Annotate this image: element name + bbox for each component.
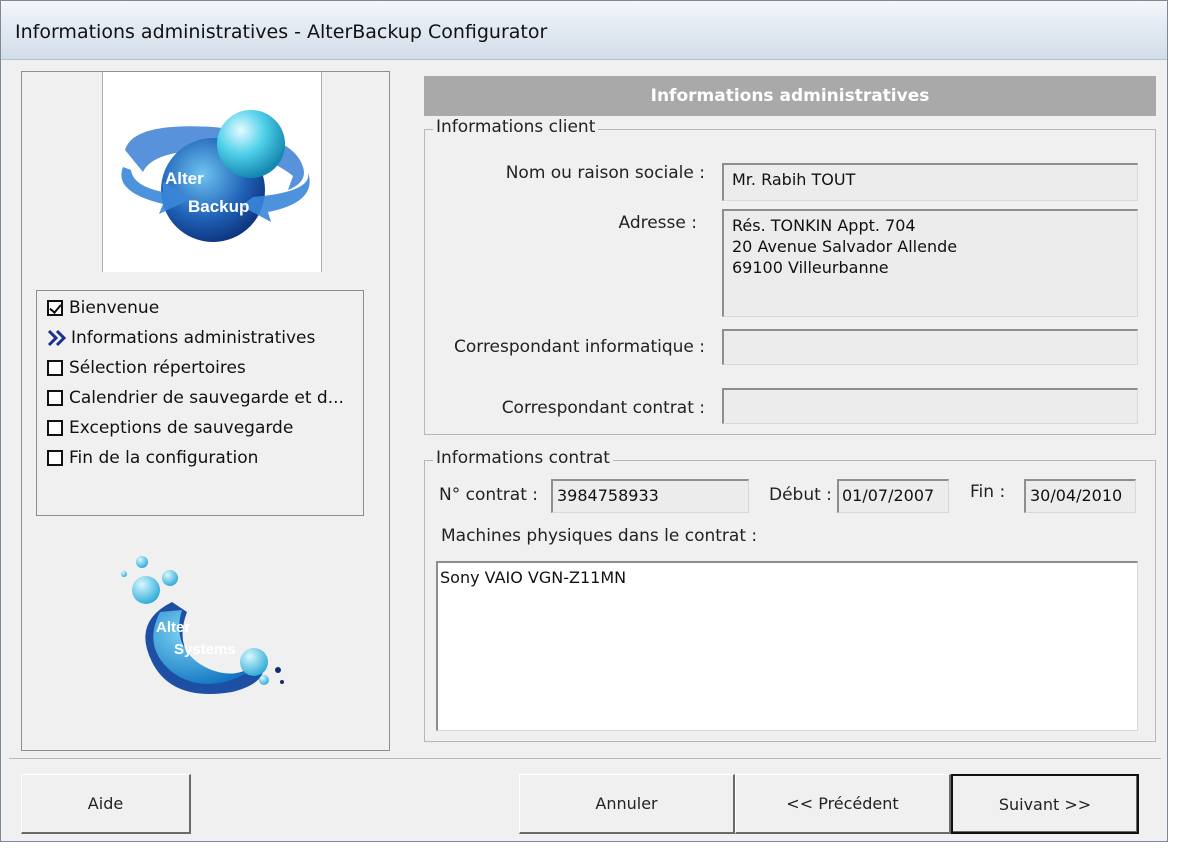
company-name-field[interactable]: Mr. Rabih TOUT — [722, 163, 1138, 201]
step-label: Bienvenue — [69, 298, 160, 318]
step-welcome[interactable]: Bienvenue — [47, 297, 159, 319]
alterbackup-logo-graphic: Alter Backup — [121, 110, 310, 242]
next-button[interactable]: Suivant >> — [951, 774, 1139, 834]
checked-checkbox-icon — [47, 300, 63, 316]
logo-text-alter: Alter — [165, 169, 204, 188]
address-label: Adresse : — [618, 213, 697, 233]
it-contact-label: Correspondant informatique : — [453, 337, 705, 357]
company-name-label: Nom ou raison sociale : — [505, 163, 705, 183]
contract-contact-field[interactable] — [722, 388, 1138, 424]
step-admin-info[interactable]: Informations administratives — [47, 327, 315, 349]
checkbox-icon — [47, 390, 63, 406]
step-directory-selection[interactable]: Sélection répertoires — [47, 357, 246, 379]
checkbox-icon — [47, 450, 63, 466]
client-info-legend: Informations client — [433, 117, 599, 137]
current-step-arrow-icon — [47, 329, 67, 347]
title-bar: Informations administratives - AlterBack… — [1, 1, 1167, 60]
logo-text-backup: Backup — [188, 197, 249, 216]
checkbox-icon — [47, 360, 63, 376]
start-date-label: Début : — [769, 485, 832, 505]
alterbackup-logo: Alter Backup — [102, 72, 322, 272]
step-label: Calendrier de sauvegarde et d... — [69, 388, 344, 408]
wizard-steps-list: Bienvenue Informations administratives S… — [36, 290, 364, 516]
checkbox-icon — [47, 420, 63, 436]
address-field[interactable]: Rés. TONKIN Appt. 704 20 Avenue Salvador… — [722, 209, 1138, 317]
contract-info-legend: Informations contrat — [433, 448, 613, 468]
altersystems-logo: Alter Systems — [121, 556, 284, 694]
step-label: Exceptions de sauvegarde — [69, 418, 294, 438]
machines-textarea[interactable]: Sony VAIO VGN-Z11MN — [436, 561, 1138, 731]
previous-button[interactable]: << Précédent — [735, 774, 951, 834]
step-label: Sélection répertoires — [69, 358, 246, 378]
configurator-window: Informations administratives - AlterBack… — [0, 0, 1168, 842]
step-backup-exceptions[interactable]: Exceptions de sauvegarde — [47, 417, 293, 439]
it-contact-field[interactable] — [722, 329, 1138, 365]
step-label: Informations administratives — [71, 328, 316, 348]
end-date-field[interactable]: 30/04/2010 — [1024, 479, 1136, 513]
end-date-label: Fin : — [970, 482, 1006, 502]
left-panel: Alter Backup Bienvenue Informations admi… — [21, 71, 390, 751]
machines-label: Machines physiques dans le contrat : — [441, 526, 758, 546]
cancel-button[interactable]: Annuler — [519, 774, 735, 834]
footer-divider — [9, 758, 1161, 759]
help-button[interactable]: Aide — [21, 774, 191, 834]
contract-number-field[interactable]: 3984758933 — [551, 479, 749, 513]
page-header: Informations administratives — [424, 76, 1156, 116]
contract-contact-label: Correspondant contrat : — [501, 398, 705, 418]
window-title: Informations administratives - AlterBack… — [15, 21, 548, 43]
step-finish[interactable]: Fin de la configuration — [47, 447, 258, 469]
step-label: Fin de la configuration — [69, 448, 259, 468]
logo-text-systems: Systems — [174, 641, 236, 658]
logo-text-alter: Alter — [156, 619, 190, 636]
step-backup-schedule[interactable]: Calendrier de sauvegarde et d... — [47, 387, 344, 409]
contract-number-label: N° contrat : — [439, 485, 539, 505]
start-date-field[interactable]: 01/07/2007 — [837, 479, 949, 513]
